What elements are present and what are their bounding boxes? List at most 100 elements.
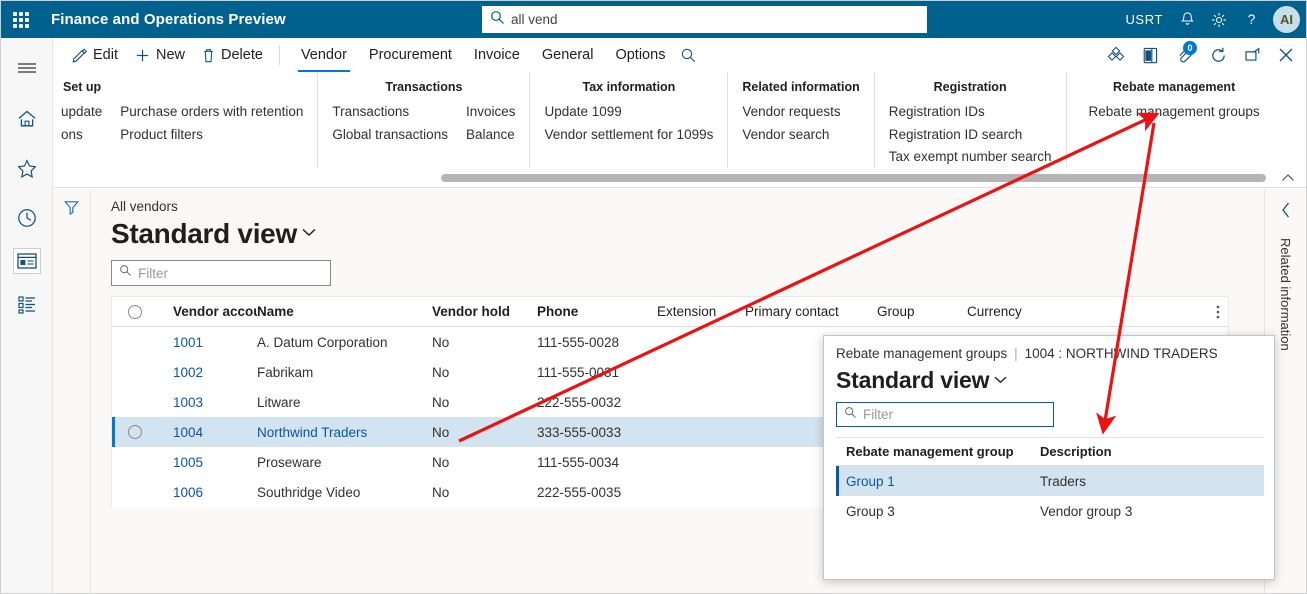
column-header-phone[interactable]: Phone bbox=[537, 304, 657, 319]
cell-name[interactable]: Northwind Traders bbox=[257, 425, 432, 440]
quick-filter-input[interactable]: Filter bbox=[111, 260, 331, 286]
command-search-button[interactable] bbox=[676, 45, 705, 66]
chevron-down-icon[interactable] bbox=[993, 372, 1008, 390]
refresh-icon[interactable] bbox=[1202, 38, 1234, 72]
ribbon-panel: Set up update ons Purchase orders with r… bbox=[53, 72, 1306, 168]
breadcrumb: All vendors bbox=[111, 199, 178, 214]
column-header-description[interactable]: Description bbox=[1040, 444, 1240, 459]
tab-vendor-label: Vendor bbox=[300, 47, 347, 63]
cell-vendor-hold: No bbox=[432, 334, 450, 350]
notification-bell-icon[interactable] bbox=[1173, 1, 1201, 38]
related-information-label[interactable]: Related information bbox=[1278, 238, 1293, 351]
column-header-group[interactable]: Group bbox=[877, 304, 967, 319]
ribbon-link-update[interactable]: update bbox=[61, 102, 102, 122]
waffle-icon[interactable] bbox=[1, 1, 41, 38]
top-bar-right-actions: USRT ? AI bbox=[1125, 1, 1300, 38]
table-row[interactable]: Group 1 Traders bbox=[836, 466, 1264, 496]
page-title[interactable]: Standard view bbox=[111, 218, 1306, 250]
open-in-new-window-icon[interactable] bbox=[1236, 38, 1268, 72]
cell-rebate-management-group[interactable]: Group 1 bbox=[836, 474, 1040, 489]
tab-options[interactable]: Options bbox=[604, 42, 676, 68]
new-button[interactable]: New bbox=[126, 45, 193, 66]
popup-page-title[interactable]: Standard view bbox=[836, 367, 1262, 394]
ribbon-link-purchase-orders-with-retention[interactable]: Purchase orders with retention bbox=[120, 102, 303, 122]
ribbon-group-transactions: Transactions Transactions Global transac… bbox=[317, 72, 529, 168]
ribbon-group-tax-information: Tax information Update 1099 Vendor settl… bbox=[529, 72, 727, 168]
cell-vendor-account[interactable]: 1002 bbox=[157, 365, 257, 380]
office-apps-icon[interactable] bbox=[1134, 38, 1166, 72]
grid-header-row: Vendor account ↑ Name Vendor hold Phone … bbox=[112, 297, 1228, 327]
filter-funnel-icon[interactable] bbox=[63, 199, 80, 593]
more-vertical-icon[interactable] bbox=[1216, 297, 1220, 327]
workspaces-icon[interactable] bbox=[12, 248, 41, 274]
ribbon-link-registration-ids[interactable]: Registration IDs bbox=[889, 102, 1052, 122]
global-search-input[interactable]: all vend bbox=[482, 6, 927, 33]
app-title: Finance and Operations Preview bbox=[51, 11, 286, 28]
ribbon-link-update-1099[interactable]: Update 1099 bbox=[544, 102, 713, 122]
tab-invoice[interactable]: Invoice bbox=[463, 42, 531, 68]
popup-filter-input[interactable]: Filter bbox=[836, 402, 1054, 427]
ribbon-link-global-transactions[interactable]: Global transactions bbox=[332, 125, 448, 145]
trash-delete-icon bbox=[204, 48, 213, 62]
tab-procurement[interactable]: Procurement bbox=[358, 42, 463, 68]
chevron-up-icon[interactable] bbox=[1278, 169, 1298, 187]
select-all-radio[interactable] bbox=[112, 304, 157, 319]
share-diamond-icon[interactable] bbox=[1100, 38, 1132, 72]
tab-general[interactable]: General bbox=[531, 42, 605, 68]
star-favorites-icon[interactable] bbox=[7, 148, 47, 188]
ribbon-tabs: Vendor Procurement Invoice General Optio… bbox=[290, 42, 677, 72]
column-header-rebate-management-group[interactable]: Rebate management group bbox=[836, 444, 1040, 459]
close-icon[interactable] bbox=[1270, 38, 1302, 72]
company-code[interactable]: USRT bbox=[1125, 12, 1163, 27]
avatar[interactable]: AI bbox=[1273, 6, 1300, 33]
scrollbar-thumb[interactable] bbox=[441, 174, 1266, 182]
ribbon-horizontal-scrollbar[interactable] bbox=[53, 168, 1306, 188]
clock-recent-icon[interactable] bbox=[7, 198, 47, 238]
help-question-icon[interactable]: ? bbox=[1237, 1, 1265, 38]
cell-phone: 222-555-0035 bbox=[537, 484, 622, 500]
attachments-icon[interactable]: 0 bbox=[1168, 38, 1200, 72]
cell-phone: 111-555-0034 bbox=[537, 454, 620, 470]
cell-vendor-account[interactable]: 1003 bbox=[157, 395, 257, 410]
table-row[interactable]: Group 3 Vendor group 3 bbox=[836, 496, 1264, 526]
cell-vendor-account[interactable]: 1005 bbox=[157, 455, 257, 470]
popup-breadcrumb-page[interactable]: Rebate management groups bbox=[836, 346, 1007, 361]
ribbon-link-transactions[interactable]: Transactions bbox=[332, 102, 448, 122]
home-icon[interactable] bbox=[7, 98, 47, 138]
ribbon-link-tax-exempt-number-search[interactable]: Tax exempt number search bbox=[889, 147, 1052, 167]
global-search-value: all vend bbox=[511, 11, 558, 27]
ribbon-link-rebate-management-groups[interactable]: Rebate management groups bbox=[1089, 102, 1260, 122]
cell-phone: 111-555-0031 bbox=[537, 364, 620, 380]
edit-button[interactable]: Edit bbox=[63, 45, 126, 66]
column-header-primary-contact[interactable]: Primary contact bbox=[745, 304, 877, 319]
chevron-down-icon[interactable] bbox=[301, 225, 317, 243]
hamburger-menu-icon[interactable] bbox=[7, 48, 47, 88]
cell-vendor-hold: No bbox=[432, 484, 450, 500]
delete-button[interactable]: Delete bbox=[193, 45, 271, 66]
cell-vendor-account[interactable]: 1006 bbox=[157, 485, 257, 500]
ribbon-link-vendor-search[interactable]: Vendor search bbox=[742, 125, 840, 145]
cell-vendor-account[interactable]: 1001 bbox=[157, 335, 257, 350]
svg-text:?: ? bbox=[1247, 12, 1255, 27]
ribbon-link-balance[interactable]: Balance bbox=[466, 125, 516, 145]
column-header-currency[interactable]: Currency bbox=[967, 304, 1127, 319]
search-icon bbox=[119, 264, 132, 282]
tab-vendor[interactable]: Vendor bbox=[290, 42, 358, 72]
cell-vendor-account[interactable]: 1004 bbox=[157, 425, 257, 440]
column-header-name[interactable]: Name bbox=[257, 304, 432, 319]
page-title-text: Standard view bbox=[111, 218, 297, 249]
cell-vendor-hold: No bbox=[432, 364, 450, 380]
ribbon-link-vendor-requests[interactable]: Vendor requests bbox=[742, 102, 840, 122]
ribbon-link-invoices[interactable]: Invoices bbox=[466, 102, 516, 122]
column-header-extension[interactable]: Extension bbox=[657, 304, 745, 319]
column-header-vendor-hold[interactable]: Vendor hold bbox=[432, 304, 537, 319]
chevron-left-icon[interactable] bbox=[1280, 201, 1292, 224]
ribbon-link-ons[interactable]: ons bbox=[61, 125, 102, 145]
row-select[interactable] bbox=[112, 425, 157, 439]
settings-gear-icon[interactable] bbox=[1205, 1, 1233, 38]
ribbon-link-vendor-settlement-for-1099s[interactable]: Vendor settlement for 1099s bbox=[544, 125, 713, 145]
ribbon-link-registration-id-search[interactable]: Registration ID search bbox=[889, 125, 1052, 145]
modules-list-icon[interactable] bbox=[7, 284, 47, 324]
ribbon-link-product-filters[interactable]: Product filters bbox=[120, 125, 303, 145]
column-header-vendor-account[interactable]: Vendor account ↑ bbox=[157, 304, 257, 319]
